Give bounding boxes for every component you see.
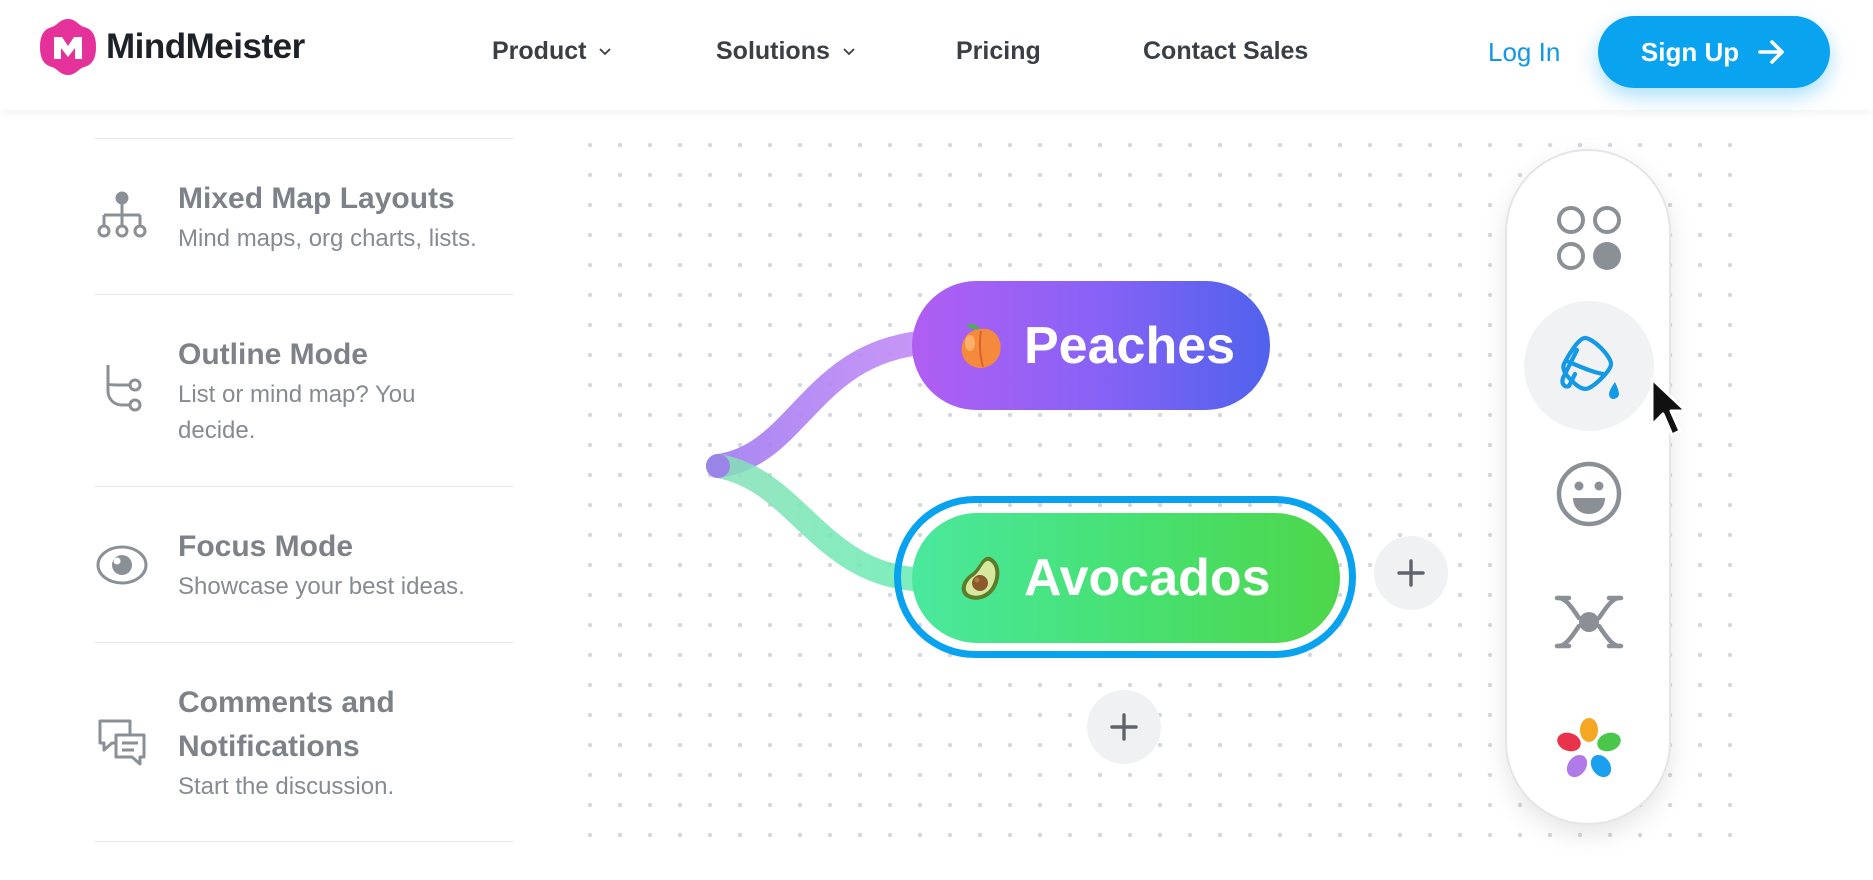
tool-map-layout[interactable] — [1524, 557, 1654, 687]
tool-paint-bucket[interactable] — [1524, 301, 1654, 431]
tool-emoji[interactable] — [1524, 429, 1654, 559]
signup-label: Sign Up — [1640, 36, 1740, 67]
node-label: Avocados — [1024, 549, 1271, 607]
nav-pricing[interactable]: Pricing — [956, 37, 1041, 66]
login-link[interactable]: Log In — [1488, 37, 1560, 68]
mindmap-node-peaches[interactable]: Peaches — [912, 281, 1270, 410]
add-child-button[interactable] — [1087, 690, 1161, 764]
chevron-down-icon — [599, 47, 612, 55]
mouse-cursor-icon — [1650, 377, 1688, 437]
paint-bucket-icon — [1560, 335, 1619, 399]
map-layout-icon — [1554, 595, 1624, 649]
tool-style-presets[interactable] — [1524, 173, 1654, 303]
plus-icon — [1110, 713, 1138, 741]
connector-peaches — [706, 330, 942, 478]
mindmeister-logo-icon — [40, 19, 96, 75]
brand-logo[interactable]: MindMeister — [38, 17, 305, 77]
arrow-right-icon — [1758, 40, 1784, 64]
nav-product[interactable]: Product — [492, 37, 612, 66]
root-node-anchor — [706, 454, 730, 478]
style-presets-icon — [1557, 206, 1621, 270]
emoji-smiley-icon — [1556, 461, 1622, 527]
node-label: Peaches — [1024, 316, 1236, 375]
site-header: MindMeister Product Solutions Pricing Co… — [0, 0, 1873, 110]
node-style-toolbar — [1505, 149, 1671, 825]
nav-pricing-label: Pricing — [956, 37, 1041, 65]
signup-button[interactable]: Sign Up — [1598, 16, 1830, 88]
avocado-emoji-icon — [961, 556, 1000, 600]
plus-icon — [1397, 559, 1425, 587]
mindmap-node-avocados[interactable]: Avocados — [912, 513, 1340, 643]
color-palette-icon — [1557, 718, 1621, 778]
nav-contact-sales-label: Contact Sales — [1143, 37, 1309, 65]
chevron-down-icon — [843, 47, 855, 55]
peach-emoji-icon — [961, 323, 1001, 368]
nav-contact-sales[interactable]: Contact Sales — [1143, 37, 1308, 66]
tool-color-palette[interactable] — [1524, 685, 1654, 815]
nav-solutions-label: Solutions — [716, 37, 830, 65]
add-sibling-button[interactable] — [1374, 536, 1448, 610]
brand-name: MindMeister — [106, 27, 305, 66]
nav-product-label: Product — [492, 37, 587, 65]
nav-solutions[interactable]: Solutions — [716, 37, 856, 66]
